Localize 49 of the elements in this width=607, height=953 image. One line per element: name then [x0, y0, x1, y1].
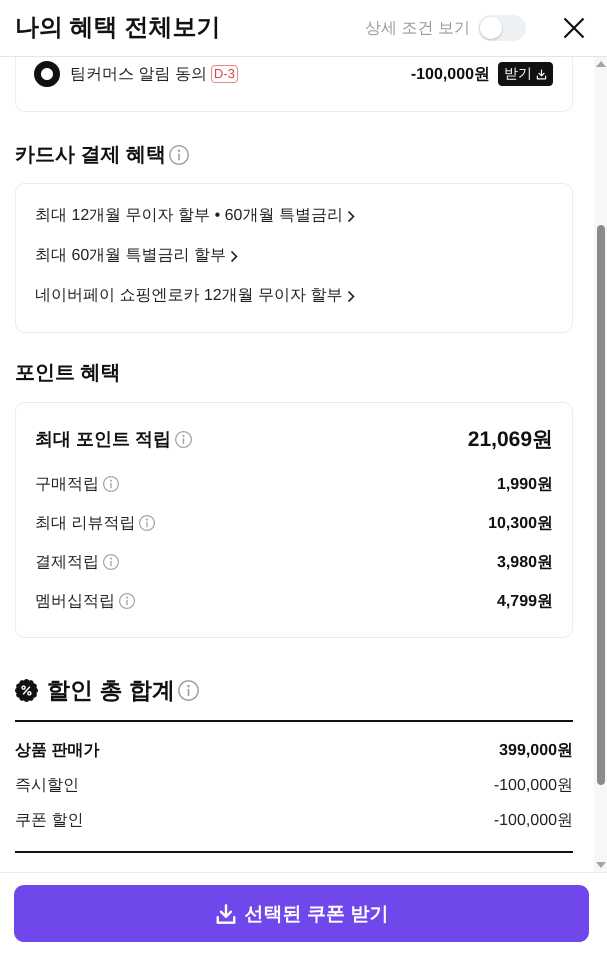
- info-icon[interactable]: [103, 554, 119, 570]
- download-icon: [536, 68, 547, 80]
- points-total-value: 21,069원: [468, 427, 553, 453]
- point-label: 멤버십적립: [35, 592, 115, 612]
- info-icon[interactable]: [103, 476, 119, 492]
- toggle-label: 상세 조건 보기: [365, 18, 470, 38]
- info-icon[interactable]: [169, 145, 190, 165]
- panel-title: 나의 혜택 전체보기: [15, 13, 222, 43]
- point-value: 10,300원: [488, 514, 553, 534]
- price-label: 즉시할인: [15, 776, 79, 796]
- scroll-down-arrow-icon[interactable]: [596, 862, 606, 868]
- toggle-switch[interactable]: [478, 15, 526, 41]
- card-benefit-link[interactable]: 최대 12개월 무이자 할부 • 60개월 특별금리: [35, 204, 355, 228]
- chevron-right-icon: [346, 210, 355, 222]
- point-value: 1,990원: [496, 474, 553, 494]
- section-title: 카드사 결제 혜택: [15, 143, 166, 168]
- download-icon: [214, 902, 237, 924]
- point-label: 결제적립: [35, 552, 99, 572]
- section-title: 할인 총 합계: [47, 676, 175, 705]
- info-icon[interactable]: [119, 593, 135, 609]
- card-benefit-link[interactable]: 최대 60개월 특별금리 할부: [35, 244, 238, 268]
- card-benefit-link[interactable]: 네이버페이 쇼핑엔로카 12개월 무이자 할부: [35, 284, 355, 308]
- info-icon[interactable]: [178, 680, 199, 700]
- scroll-up-arrow-icon[interactable]: [596, 61, 606, 67]
- coupon-name: 팀커머스 알림 동의: [70, 64, 207, 84]
- radio-button[interactable]: [34, 61, 60, 87]
- chevron-right-icon: [230, 250, 238, 262]
- scrollbar-thumb[interactable]: [596, 225, 604, 785]
- percent-badge-icon: [15, 678, 38, 702]
- deadline-badge: D-3: [210, 65, 238, 83]
- close-icon[interactable]: [563, 17, 585, 39]
- scrollbar[interactable]: [594, 57, 607, 872]
- info-icon[interactable]: [139, 515, 156, 531]
- download-coupon-button[interactable]: 받기: [498, 62, 553, 86]
- price-value: 399,000원: [499, 740, 573, 760]
- price-label: 상품 판매가: [15, 740, 100, 760]
- price-label: 쿠폰 할인: [15, 810, 84, 830]
- price-value: -100,000원: [494, 776, 573, 796]
- point-label: 구매적립: [35, 474, 99, 494]
- points-total-label: 최대 포인트 적립: [35, 428, 172, 451]
- price-value: -100,000원: [494, 810, 573, 830]
- point-value: 4,799원: [496, 592, 553, 612]
- coupon-amount: -100,000원: [410, 64, 490, 84]
- receive-coupons-button[interactable]: 선택된 쿠폰 받기: [14, 885, 589, 942]
- info-icon[interactable]: [175, 430, 192, 448]
- section-title: 포인트 혜택: [15, 361, 121, 386]
- chevron-right-icon: [346, 290, 355, 302]
- point-label: 최대 리뷰적립: [35, 514, 136, 534]
- point-value: 3,980원: [496, 552, 553, 572]
